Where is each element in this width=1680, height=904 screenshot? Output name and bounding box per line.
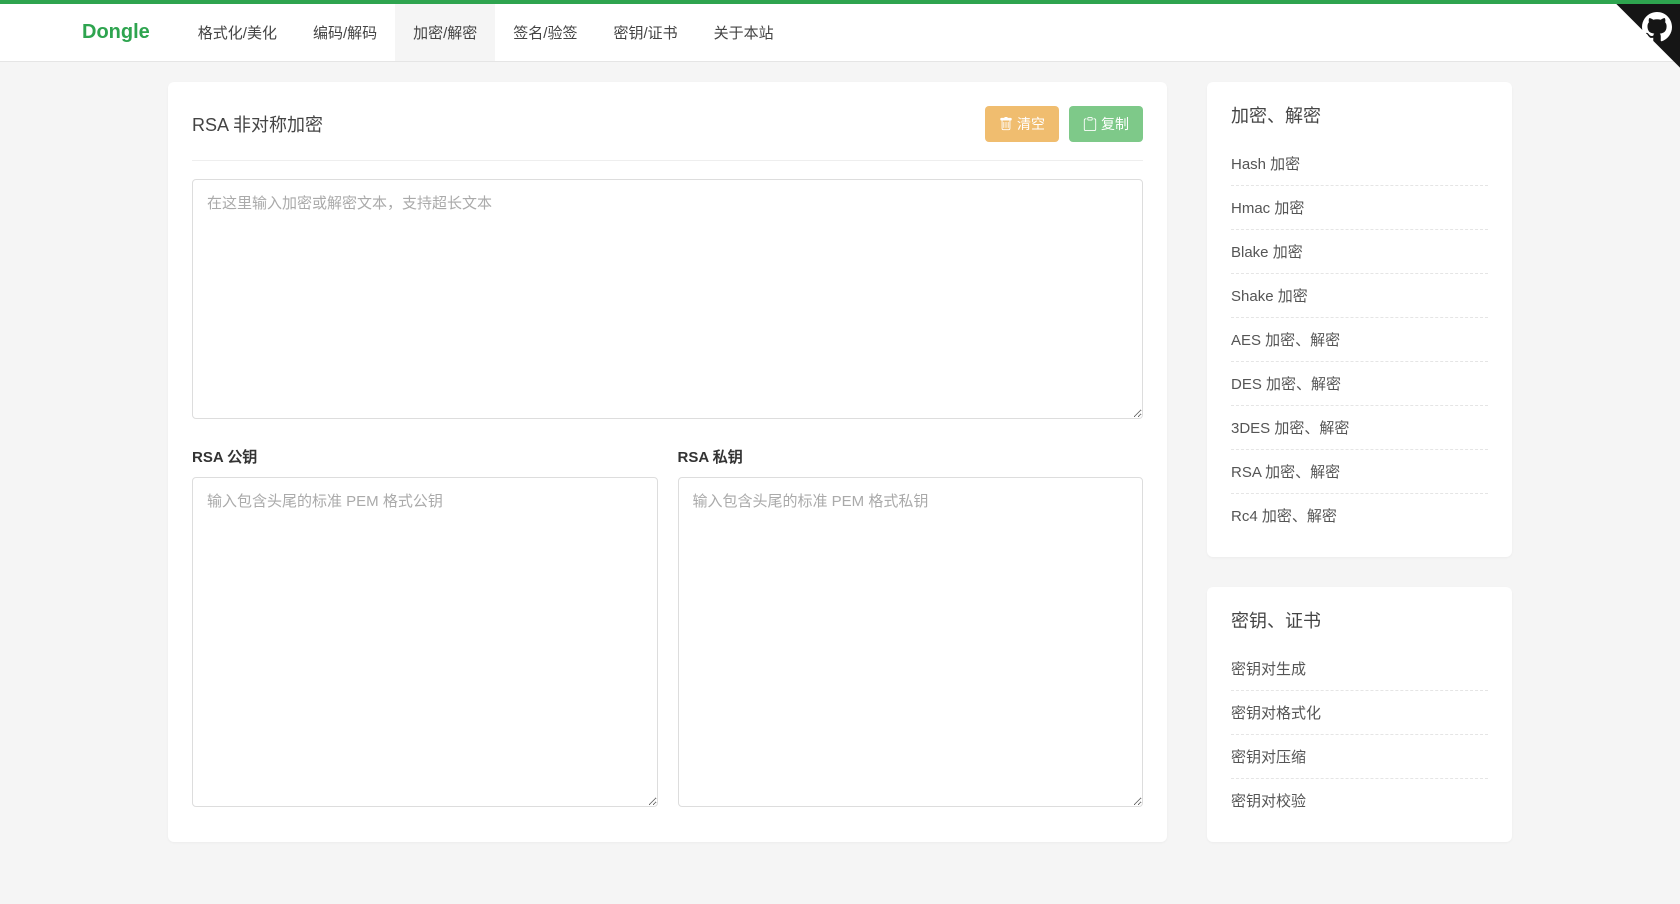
sidebar-encrypt-list: Hash 加密 Hmac 加密 Blake 加密 Shake 加密 AES 加密… [1231, 142, 1488, 537]
sidebar-item-blake[interactable]: Blake 加密 [1231, 230, 1488, 274]
sidebar-item-keygen[interactable]: 密钥对生成 [1231, 647, 1488, 691]
sidebar-key-title: 密钥、证书 [1231, 607, 1488, 633]
clear-label: 清空 [1017, 114, 1045, 134]
sidebar-item-shake[interactable]: Shake 加密 [1231, 274, 1488, 318]
public-key-input[interactable] [192, 477, 658, 807]
sidebar-encrypt-title: 加密、解密 [1231, 102, 1488, 128]
sidebar-encrypt-section: 加密、解密 Hash 加密 Hmac 加密 Blake 加密 Shake 加密 … [1207, 82, 1512, 557]
sidebar-item-aes[interactable]: AES 加密、解密 [1231, 318, 1488, 362]
public-key-label: RSA 公钥 [192, 446, 658, 467]
panel-title: RSA 非对称加密 [192, 111, 323, 137]
sidebar-item-rsa[interactable]: RSA 加密、解密 [1231, 450, 1488, 494]
github-corner[interactable] [1590, 4, 1680, 94]
clear-button[interactable]: 清空 [985, 106, 1059, 142]
copy-label: 复制 [1101, 114, 1129, 134]
sidebar-item-des[interactable]: DES 加密、解密 [1231, 362, 1488, 406]
header: Dongle 格式化/美化 编码/解码 加密/解密 签名/验签 密钥/证书 关于… [0, 4, 1680, 62]
sidebar-item-3des[interactable]: 3DES 加密、解密 [1231, 406, 1488, 450]
private-key-label: RSA 私钥 [678, 446, 1144, 467]
main-nav: 格式化/美化 编码/解码 加密/解密 签名/验签 密钥/证书 关于本站 [180, 4, 792, 61]
trash-icon [999, 117, 1013, 131]
action-buttons: 清空 复制 [985, 106, 1143, 142]
sidebar-item-hash[interactable]: Hash 加密 [1231, 142, 1488, 186]
nav-about[interactable]: 关于本站 [696, 4, 792, 61]
sidebar-item-keycompress[interactable]: 密钥对压缩 [1231, 735, 1488, 779]
sidebar-item-hmac[interactable]: Hmac 加密 [1231, 186, 1488, 230]
sidebar-key-section: 密钥、证书 密钥对生成 密钥对格式化 密钥对压缩 密钥对校验 [1207, 587, 1512, 842]
input-text[interactable] [192, 179, 1143, 419]
sidebar-item-keyformat[interactable]: 密钥对格式化 [1231, 691, 1488, 735]
nav-key[interactable]: 密钥/证书 [595, 4, 695, 61]
main-panel: RSA 非对称加密 清空 复制 RSA 公钥 RSA 私钥 [168, 82, 1167, 842]
copy-button[interactable]: 复制 [1069, 106, 1143, 142]
nav-encode[interactable]: 编码/解码 [295, 4, 395, 61]
panel-header: RSA 非对称加密 清空 复制 [192, 106, 1143, 161]
sidebar-item-keyverify[interactable]: 密钥对校验 [1231, 779, 1488, 822]
sidebar: 加密、解密 Hash 加密 Hmac 加密 Blake 加密 Shake 加密 … [1207, 82, 1512, 842]
sidebar-item-rc4[interactable]: Rc4 加密、解密 [1231, 494, 1488, 537]
private-key-input[interactable] [678, 477, 1144, 807]
copy-icon [1083, 117, 1097, 131]
sidebar-key-list: 密钥对生成 密钥对格式化 密钥对压缩 密钥对校验 [1231, 647, 1488, 822]
github-icon [1642, 12, 1672, 42]
logo[interactable]: Dongle [82, 21, 150, 44]
nav-encrypt[interactable]: 加密/解密 [395, 4, 495, 61]
nav-format[interactable]: 格式化/美化 [180, 4, 295, 61]
nav-sign[interactable]: 签名/验签 [495, 4, 595, 61]
